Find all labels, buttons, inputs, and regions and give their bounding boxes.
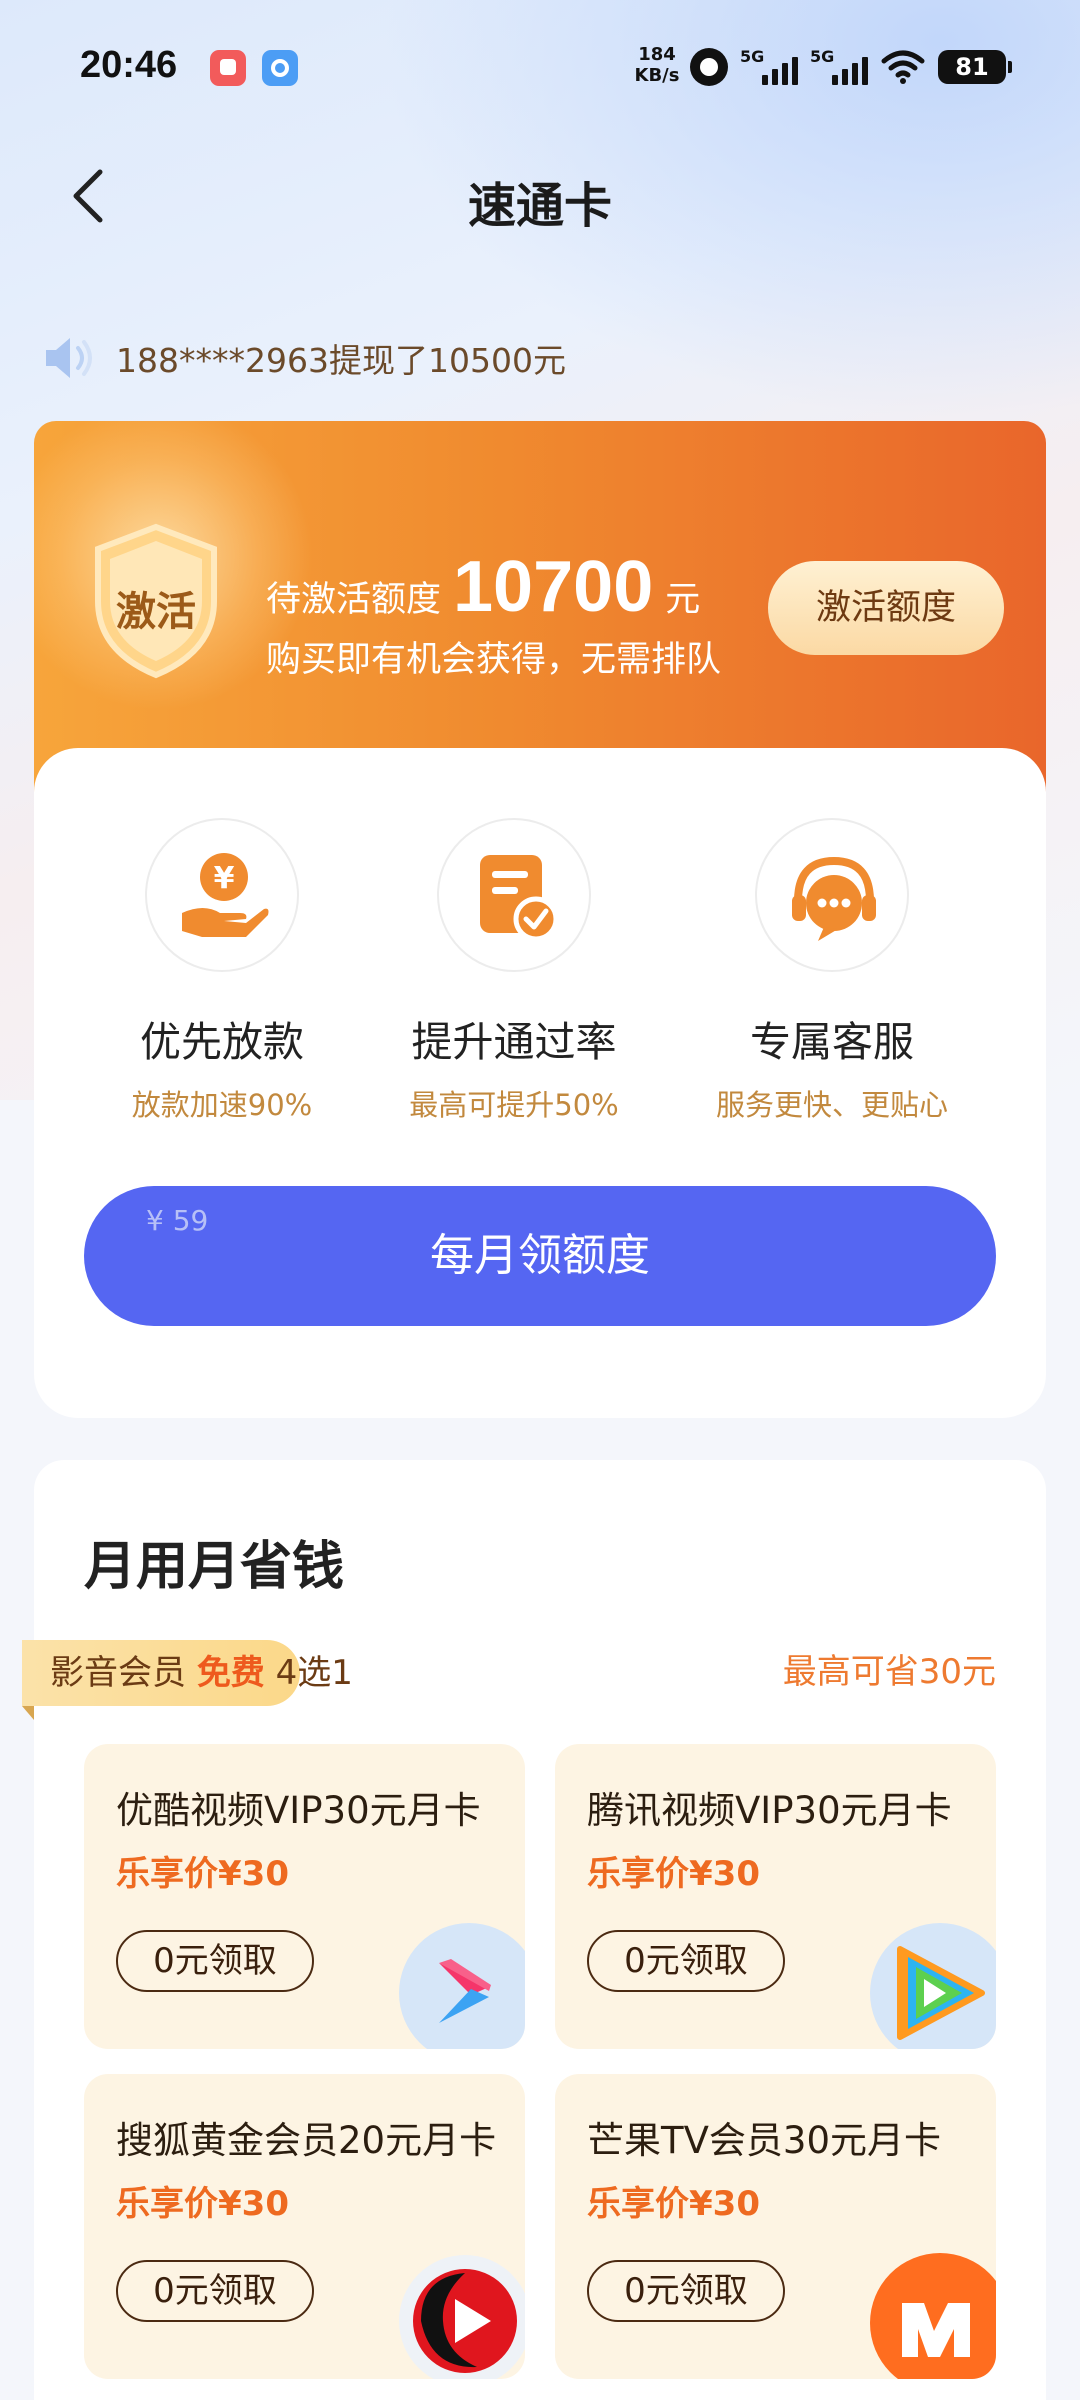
benefit-title: 专属客服 xyxy=(750,1018,914,1066)
status-bar: 20:46 184 KB/s 5G 5G 81 xyxy=(0,0,1080,130)
sohu-video-logo-icon xyxy=(399,2255,525,2379)
monthly-quota-label: 每月领额度 xyxy=(430,1230,650,1281)
network-speed: 184 KB/s xyxy=(632,44,682,86)
vip-name: 搜狐黄金会员20元月卡 xyxy=(116,2119,497,2162)
network-speed-unit: KB/s xyxy=(634,65,680,86)
monthly-quota-button[interactable]: ¥ 59 每月领额度 xyxy=(84,1186,996,1326)
benefit-icon-circle: ¥ xyxy=(145,818,299,972)
activation-card: 激活 待激活额度 10700 元 购买即有机会获得，无需排队 激活额度 xyxy=(34,421,1046,801)
document-check-icon xyxy=(480,855,559,942)
member-tag-free: 免费 xyxy=(196,1653,265,1693)
ticker-text: 188****2963提现了10500元 xyxy=(116,341,566,380)
status-time: 20:46 xyxy=(80,44,178,86)
battery-icon: 81 xyxy=(938,50,1012,84)
youku-logo-icon xyxy=(399,1923,525,2049)
vip-card-mango[interactable]: 芒果TV会员30元月卡 乐享价¥30 0元领取 xyxy=(555,2074,996,2379)
benefit-icon-circle xyxy=(437,818,591,972)
benefit-title: 优先放款 xyxy=(140,1018,304,1066)
max-savings-text: 最高可省30元 xyxy=(782,1652,996,1692)
vip-price: 乐享价¥30 xyxy=(116,1854,289,1894)
claim-button[interactable]: 0元领取 xyxy=(116,1930,314,1992)
hand-yen-icon: ¥ xyxy=(182,853,269,937)
signal-icon: 5G xyxy=(810,47,868,87)
vip-card-youku[interactable]: 优酷视频VIP30元月卡 乐享价¥30 0元领取 xyxy=(84,1744,525,2049)
claim-button[interactable]: 0元领取 xyxy=(587,2260,785,2322)
benefits-card: ¥ 优先放款 放款加速90% 提升通过率 最高可提升50% 专属客服 服务更快、… xyxy=(34,748,1046,1418)
benefit-approval-rate: 提升通过率 最高可提升50% xyxy=(364,818,664,1124)
member-tag-suffix: 4选1 xyxy=(275,1653,353,1693)
svg-text:¥: ¥ xyxy=(214,861,235,896)
headset-chat-icon xyxy=(792,856,876,941)
member-tag-prefix: 影音会员 xyxy=(50,1653,186,1693)
benefit-title: 提升通过率 xyxy=(411,1018,617,1066)
app-notification-icon xyxy=(210,50,246,86)
activation-subtitle: 购买即有机会获得，无需排队 xyxy=(266,640,722,680)
activation-amount: 10700 xyxy=(453,547,654,627)
vip-card-tencent[interactable]: 腾讯视频VIP30元月卡 乐享价¥30 0元领取 xyxy=(555,1744,996,2049)
benefit-priority-loan: ¥ 优先放款 放款加速90% xyxy=(72,818,372,1124)
signal-type-label: 5G xyxy=(810,47,835,66)
withdrawal-ticker: 188****2963提现了10500元 xyxy=(40,330,566,386)
activation-amount-row: 待激活额度 10700 元 xyxy=(266,546,700,628)
vip-name: 优酷视频VIP30元月卡 xyxy=(116,1789,481,1832)
vip-name: 芒果TV会员30元月卡 xyxy=(587,2119,941,2162)
vip-name: 腾讯视频VIP30元月卡 xyxy=(587,1789,952,1832)
activation-badge-text: 激活 xyxy=(116,589,196,635)
tencent-video-logo-icon xyxy=(870,1923,996,2049)
benefit-subtitle: 放款加速90% xyxy=(131,1088,313,1122)
vip-price: 乐享价¥30 xyxy=(587,1854,760,1894)
vip-price: 乐享价¥30 xyxy=(587,2184,760,2224)
benefit-icon-circle xyxy=(755,818,909,972)
benefit-customer-service: 专属客服 服务更快、更贴心 xyxy=(682,818,982,1124)
app-browser-icon xyxy=(262,50,298,86)
claim-button[interactable]: 0元领取 xyxy=(587,1930,785,1992)
claim-button[interactable]: 0元领取 xyxy=(116,2260,314,2322)
wifi-icon xyxy=(881,50,925,84)
savings-title: 月用月省钱 xyxy=(84,1537,345,1597)
vip-price: 乐享价¥30 xyxy=(116,2184,289,2224)
activate-quota-button[interactable]: 激活额度 xyxy=(768,561,1004,655)
activation-unit: 元 xyxy=(665,580,701,620)
signal-icon: 5G xyxy=(740,47,798,87)
page-title: 速通卡 xyxy=(467,178,612,234)
price-tag: ¥ 59 xyxy=(146,1204,209,1237)
vip-card-sohu[interactable]: 搜狐黄金会员20元月卡 乐享价¥30 0元领取 xyxy=(84,2074,525,2379)
benefit-subtitle: 服务更快、更贴心 xyxy=(715,1088,948,1122)
benefit-subtitle: 最高可提升50% xyxy=(409,1088,619,1122)
signal-type-label: 5G xyxy=(740,47,765,66)
speaker-icon xyxy=(46,338,92,378)
mango-tv-logo-icon xyxy=(870,2253,996,2379)
status-icons: 5G 5G 81 xyxy=(690,42,1012,92)
activation-label: 待激活额度 xyxy=(266,580,442,620)
savings-card: 月用月省钱 影音会员 免费 4选1 最高可省30元 优酷视频VIP30元月卡 乐… xyxy=(22,1460,1046,2400)
member-choice-tag: 影音会员 免费 4选1 xyxy=(22,1640,353,1720)
network-speed-value: 184 xyxy=(638,44,676,65)
alarm-icon xyxy=(690,48,728,86)
